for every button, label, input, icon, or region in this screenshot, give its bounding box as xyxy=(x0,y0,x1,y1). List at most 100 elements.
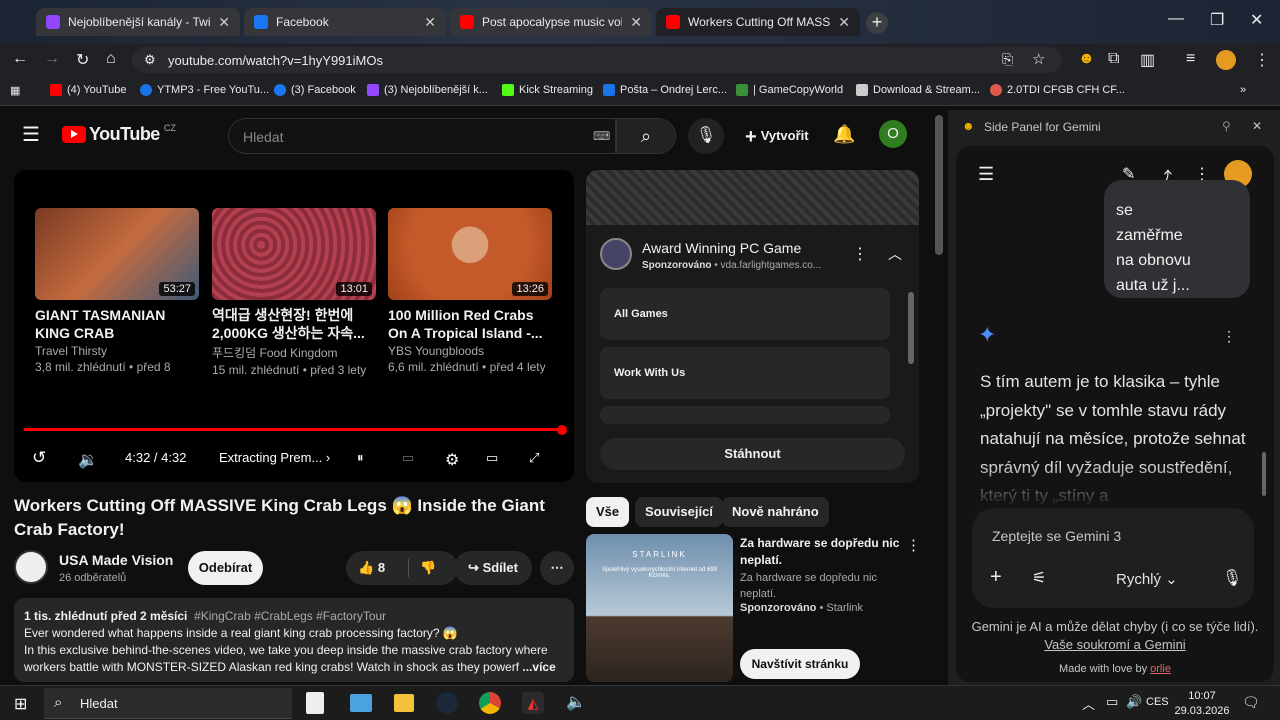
prompt-input[interactable]: Zeptejte se Gemini 3 + ⚟ Rychlý ⌄ 🎙 xyxy=(972,508,1254,608)
close-icon[interactable]: ✕ xyxy=(838,14,850,31)
close-panel-icon[interactable]: ✕ xyxy=(1252,119,1262,133)
tab-active-video[interactable]: Workers Cutting Off MASSIVE King Crab Le… xyxy=(656,8,860,36)
url-field[interactable]: ⚙ youtube.com/watch?v=1hyY991iMOs ⎘ ☆ xyxy=(132,47,1062,73)
apps-icon[interactable]: ▦ xyxy=(10,84,20,97)
bookmark-facebook[interactable]: (3) Facebook xyxy=(274,84,356,96)
audio-app-icon[interactable]: 🔈 xyxy=(566,692,586,712)
network-icon[interactable]: ▭ xyxy=(1106,694,1118,710)
collapse-chevron-icon[interactable]: ︿ xyxy=(888,244,902,264)
taskbar-search[interactable]: ⌕ Hledat xyxy=(44,688,292,719)
chip-all[interactable]: Vše xyxy=(586,497,630,527)
youtube-logo[interactable]: YouTube CZ xyxy=(62,123,176,145)
privacy-link[interactable]: Vaše soukromí a Gemini xyxy=(1044,637,1185,652)
bookmark-kick[interactable]: Kick Streaming xyxy=(502,84,593,96)
bookmark-star-icon[interactable]: ☆ xyxy=(1032,50,1045,68)
reload-icon[interactable]: ↻ xyxy=(76,50,89,70)
minimize-icon[interactable]: — xyxy=(1168,10,1184,28)
close-icon[interactable]: ✕ xyxy=(218,14,230,31)
steam-icon[interactable] xyxy=(436,692,458,714)
channel-name[interactable]: USA Made Vision xyxy=(59,552,173,568)
subtitles-icon[interactable]: ▭ xyxy=(402,450,414,466)
bookmark-download[interactable]: Download & Stream... xyxy=(856,84,980,96)
microphone-icon[interactable]: 🎙 xyxy=(1222,568,1242,588)
extensions-icon[interactable]: ⧉ xyxy=(1108,50,1119,68)
bookmark-youtube[interactable]: (4) YouTube xyxy=(50,84,127,96)
video-player[interactable]: 53:27 GIANT TASMANIAN KING CRAB Vietname… xyxy=(14,170,574,482)
voice-search-button[interactable]: 🎙 xyxy=(688,118,724,154)
like-button[interactable]: 👍 8 xyxy=(358,560,385,575)
fullscreen-icon[interactable]: ⤢ xyxy=(529,450,539,466)
theater-mode-icon[interactable]: ▭ xyxy=(486,450,498,466)
bookmark-tdi[interactable]: 2.0TDI CFGB CFH CF... xyxy=(990,84,1125,96)
add-plus-icon[interactable]: + xyxy=(990,566,1002,589)
show-more-link[interactable]: ...více xyxy=(522,660,555,674)
tab-twitch[interactable]: Nejoblíbenější kanály - Twitch ✕ xyxy=(36,8,240,36)
app-icon[interactable]: ◭ xyxy=(522,692,544,714)
gemini-menu-icon[interactable]: ☰ xyxy=(978,164,994,185)
file-icon[interactable] xyxy=(306,692,324,714)
advertiser-avatar[interactable] xyxy=(600,238,632,270)
author-link[interactable]: orlie xyxy=(1150,663,1171,675)
language-indicator[interactable]: CES xyxy=(1146,696,1169,708)
search-input[interactable]: Hledat ⌨ xyxy=(228,118,616,154)
hashtags[interactable]: #KingCrab #CrabLegs #FactoryTour xyxy=(194,609,386,623)
pin-icon[interactable]: ⚲ xyxy=(1222,119,1231,133)
chat-scrollbar[interactable] xyxy=(1262,452,1266,496)
starlink-ad-thumbnail[interactable]: STARLINK Spolehlivý vysokorychlostní int… xyxy=(586,534,733,682)
bookmark-posta[interactable]: Pošta – Ondrej Lerc... xyxy=(603,84,727,96)
back-icon[interactable]: ← xyxy=(12,50,28,68)
dislike-button[interactable]: 👎 xyxy=(420,551,436,585)
volume-tray-icon[interactable]: 🔊 xyxy=(1126,694,1142,710)
mode-selector[interactable]: Rychlý ⌄ xyxy=(1116,570,1178,588)
account-avatar[interactable]: O xyxy=(879,120,907,148)
volume-icon[interactable]: 🔉 xyxy=(78,450,98,470)
response-menu-icon[interactable]: ⋮ xyxy=(1222,328,1236,345)
site-info-icon[interactable]: ⚙ xyxy=(144,52,156,68)
ad-link-work-with-us[interactable]: Work With Us xyxy=(600,347,890,399)
new-tab-button[interactable]: + xyxy=(866,12,888,34)
notifications-icon[interactable]: 🗨 xyxy=(1242,694,1260,711)
chip-related[interactable]: Související xyxy=(635,497,723,527)
ad-title[interactable]: Award Winning PC Game xyxy=(642,240,801,256)
settings-gear-icon[interactable]: ⚙ xyxy=(445,450,459,470)
menu-dots-icon[interactable]: ⋮ xyxy=(1254,50,1270,70)
scrubber-handle[interactable] xyxy=(557,425,567,435)
autoplay-toggle-icon[interactable]: ⏸ xyxy=(357,450,364,466)
replay-icon[interactable]: ↺ xyxy=(32,448,46,468)
notifications-bell-icon[interactable]: 🔔 xyxy=(833,124,855,145)
endscreen-video-1[interactable]: 53:27 GIANT TASMANIAN KING CRAB Vietname… xyxy=(35,208,199,374)
side-panel-icon[interactable]: ▥ xyxy=(1140,50,1155,70)
bookmark-twitch[interactable]: (3) Nejoblíbenější k... xyxy=(367,84,488,96)
close-icon[interactable]: ✕ xyxy=(630,14,642,31)
profile-avatar[interactable] xyxy=(1216,50,1236,70)
chip-new[interactable]: Nově nahráno xyxy=(722,497,829,527)
install-icon[interactable]: ⎘ xyxy=(1002,51,1013,68)
search-button[interactable]: ⌕ xyxy=(616,118,676,154)
rec-title[interactable]: Za hardware se dopředu nic neplatí. xyxy=(740,535,900,569)
home-icon[interactable]: ⌂ xyxy=(106,50,116,68)
hamburger-menu-icon[interactable]: ☰ xyxy=(22,122,40,147)
tray-chevron-icon[interactable]: ︿ xyxy=(1082,694,1095,713)
extension-emoji-icon[interactable]: ☻ xyxy=(1078,50,1095,68)
chapter-button[interactable]: Extracting Prem... › xyxy=(219,450,330,465)
clock[interactable]: 10:07 29.03.2026 xyxy=(1174,689,1230,719)
ad-link-all-games[interactable]: All Games xyxy=(600,288,890,340)
bookmark-ytmp3[interactable]: YTMP3 - Free YouTu... xyxy=(140,84,269,96)
more-actions-button[interactable]: ⋯ xyxy=(540,551,574,585)
ad-link-partial[interactable] xyxy=(600,406,890,424)
subscribe-button[interactable]: Odebírat xyxy=(188,551,263,585)
share-button[interactable]: ↪ Sdílet xyxy=(454,551,532,585)
progress-bar[interactable] xyxy=(24,428,564,431)
windows-start-icon[interactable]: ⊞ xyxy=(14,694,27,714)
file-explorer-icon[interactable] xyxy=(394,694,414,712)
media-icon[interactable]: ≡ xyxy=(1186,50,1195,68)
tab-facebook[interactable]: Facebook ✕ xyxy=(244,8,446,36)
chrome-icon[interactable] xyxy=(479,692,501,714)
download-button[interactable]: Stáhnout xyxy=(600,438,905,470)
endscreen-video-3[interactable]: 13:26 100 Million Red Crabs On A Tropica… xyxy=(388,208,552,374)
more-bookmarks-icon[interactable]: » xyxy=(1240,84,1246,96)
page-scrollbar[interactable] xyxy=(935,115,943,255)
ad-scrollbar[interactable] xyxy=(908,292,914,364)
maximize-icon[interactable]: ❐ xyxy=(1210,10,1224,30)
image-viewer-icon[interactable] xyxy=(350,694,372,712)
